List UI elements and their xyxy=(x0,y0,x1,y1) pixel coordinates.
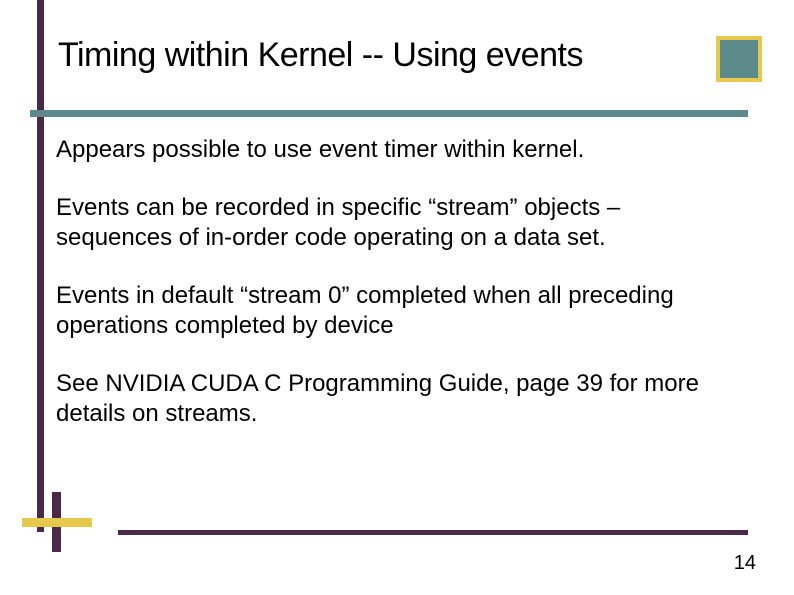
body-paragraph: Appears possible to use event timer with… xyxy=(56,135,736,165)
corner-decorative-square xyxy=(716,36,762,82)
body-paragraph: Events can be recorded in specific “stre… xyxy=(56,193,736,253)
left-vertical-bar xyxy=(37,0,44,532)
title-underline xyxy=(30,110,748,117)
slide-title: Timing within Kernel -- Using events xyxy=(58,36,583,75)
body-paragraph: Events in default “stream 0” completed w… xyxy=(56,281,736,341)
cross-horizontal-bar xyxy=(22,518,92,527)
bottom-horizontal-rule xyxy=(118,530,748,535)
slide: Timing within Kernel -- Using events App… xyxy=(0,0,794,595)
body-paragraph: See NVIDIA CUDA C Programming Guide, pag… xyxy=(56,369,736,429)
slide-body: Appears possible to use event timer with… xyxy=(56,135,736,457)
page-number: 14 xyxy=(734,552,756,575)
